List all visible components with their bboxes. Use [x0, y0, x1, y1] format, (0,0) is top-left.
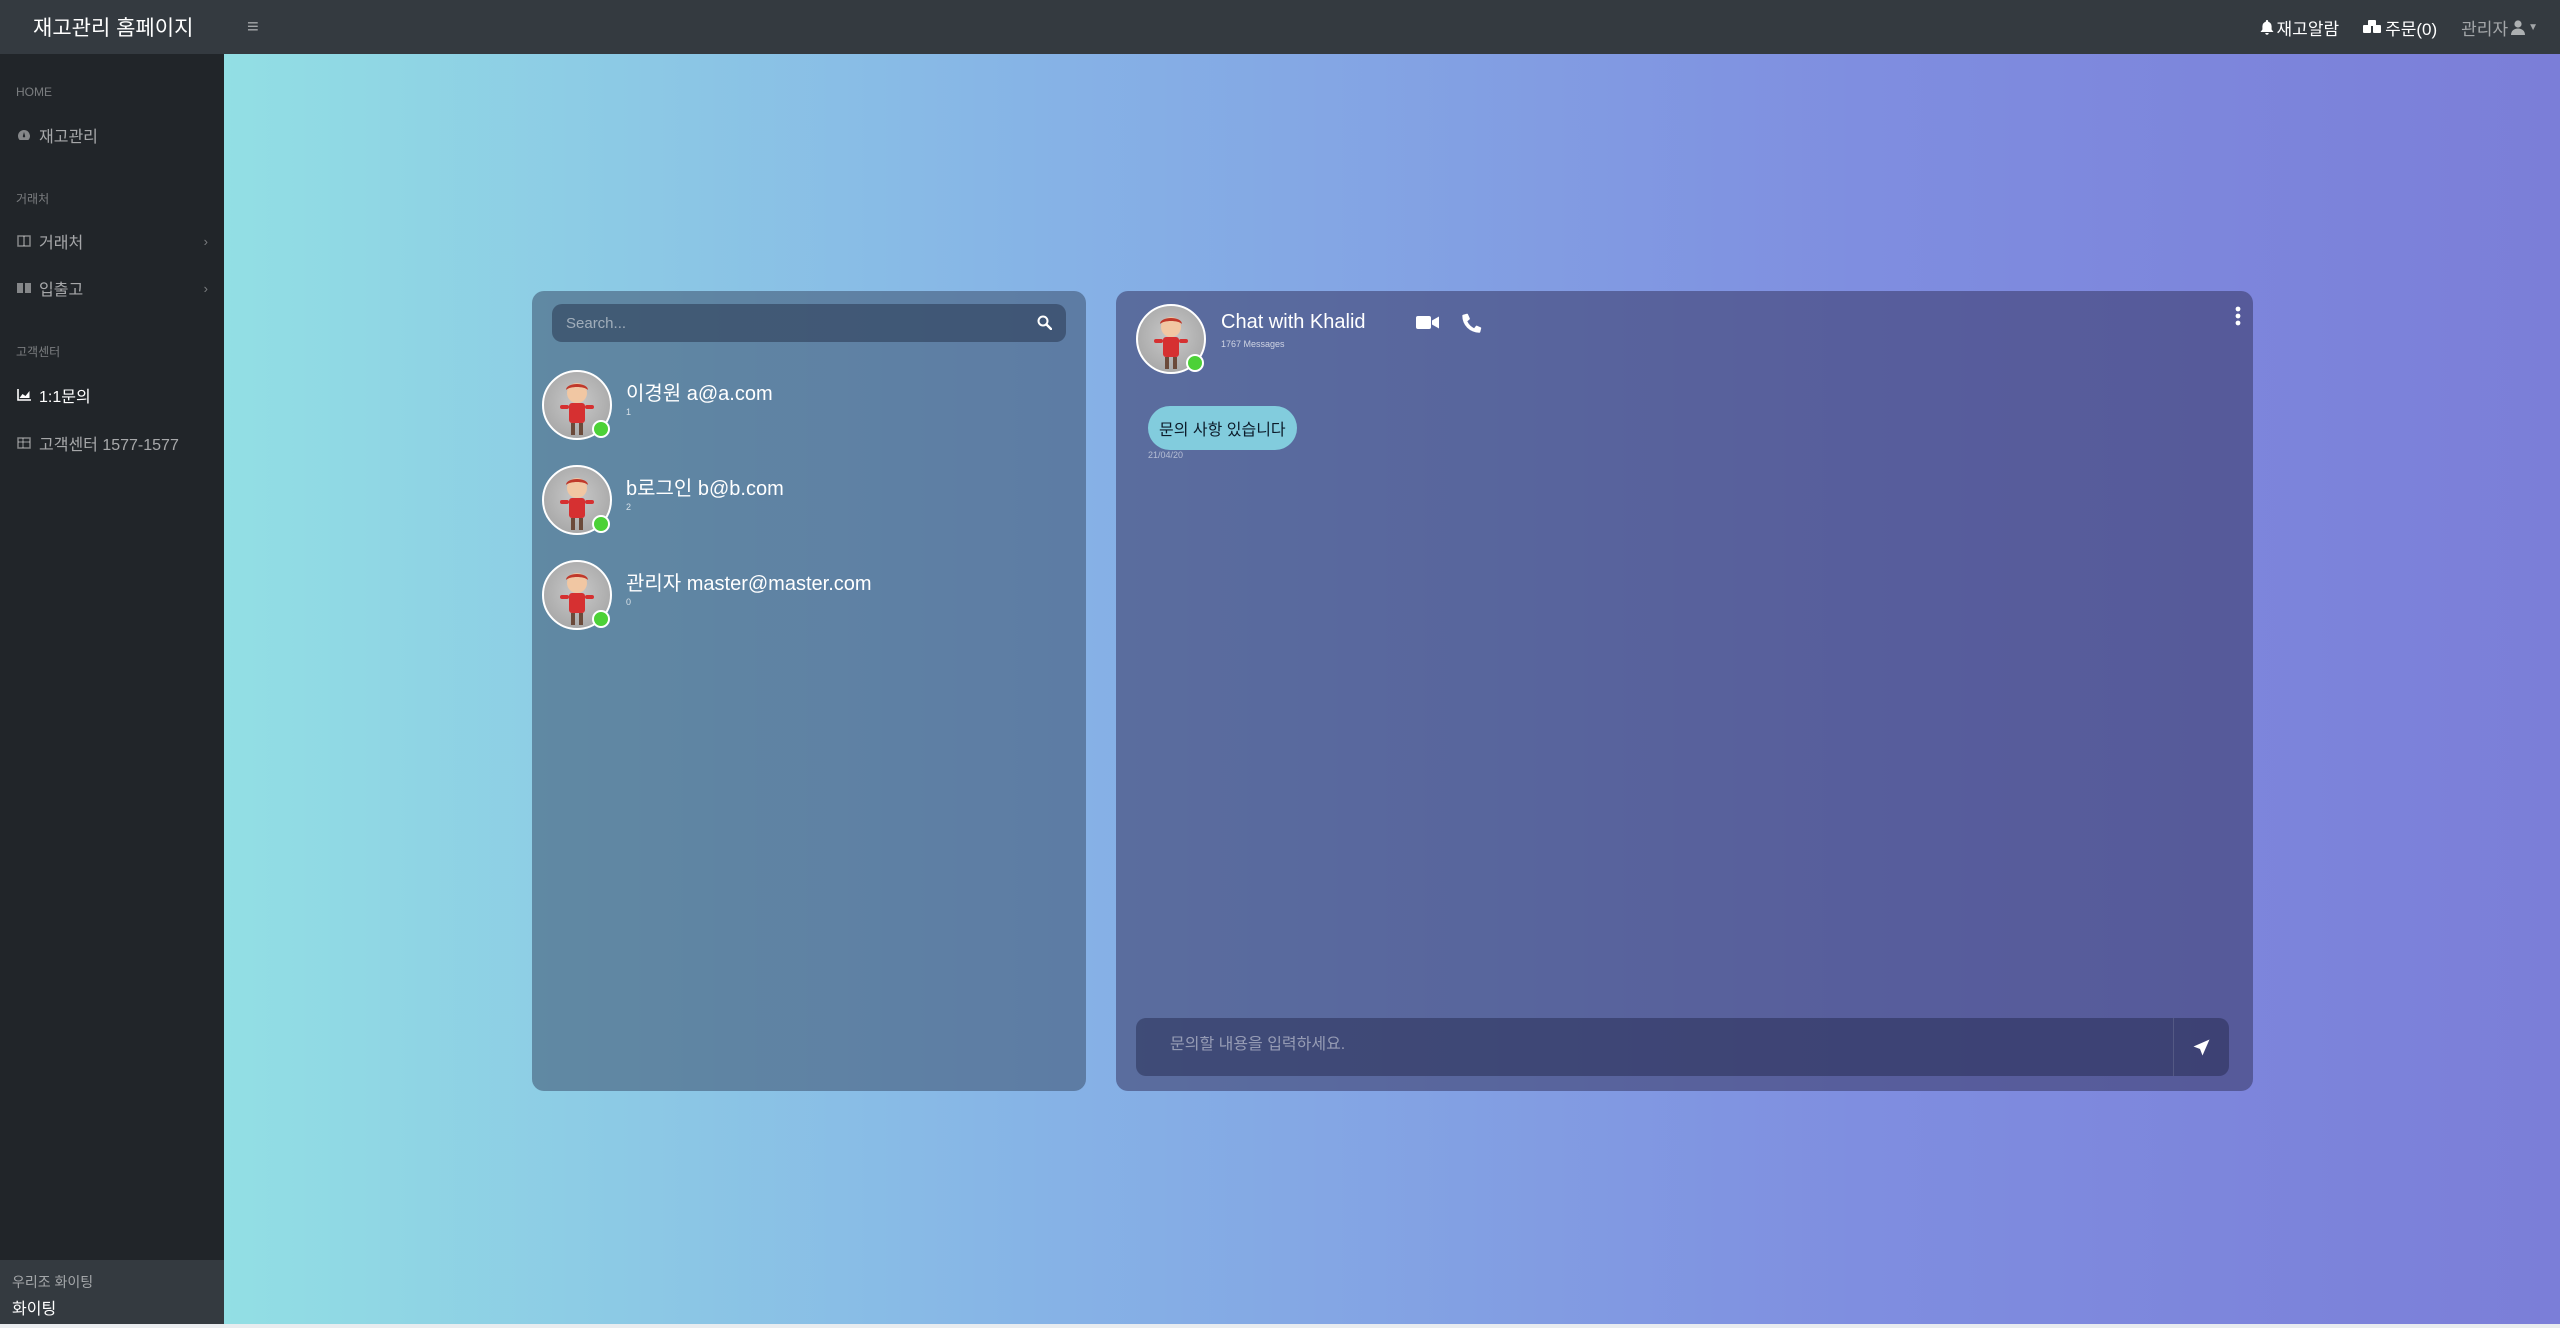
sidebar-item-label: 1:1문의: [39, 389, 91, 406]
chat-header-avatar: [1136, 304, 1206, 374]
sidebar-item-label: 거래처: [39, 235, 84, 252]
chat-footer: [1116, 1004, 2253, 1091]
chat-title: Chat with Khalid: [1221, 311, 1366, 333]
send-button[interactable]: [2173, 1018, 2229, 1076]
chat-card: Chat with Khalid 1767 Messages 문의 사항 있습니…: [1116, 291, 2253, 1091]
sidebar-item-inventory[interactable]: 재고관리: [0, 120, 224, 150]
search-icon[interactable]: [1037, 315, 1053, 335]
top-navbar: 재고관리 홈페이지 ≡ 재고알람 주문(0) 관리자 ▼: [0, 0, 2560, 54]
sidebar-footer-small: 우리조 화이팅: [12, 1274, 94, 1290]
sidebar-item-label: 고객센터 1577-1577: [39, 437, 179, 454]
sidebar-item-label: 재고관리: [39, 129, 98, 146]
phone-icon[interactable]: [1462, 313, 1482, 338]
user-dropdown[interactable]: 관리자 ▼: [2461, 15, 2538, 40]
contact-name: b로그인 b@b.com: [626, 478, 784, 500]
sidebar-heading-support: 고객센터: [16, 345, 61, 359]
contact-item[interactable]: b로그인 b@b.com 2: [542, 465, 1076, 545]
chevron-right-icon: ›: [203, 281, 208, 296]
sidebar-heading-clients: 거래처: [16, 192, 50, 206]
online-status-dot: [592, 610, 610, 628]
dashboard-icon: [16, 128, 32, 142]
search-box: [552, 304, 1066, 342]
navbar-right: 재고알람 주문(0) 관리자 ▼: [2260, 0, 2538, 54]
sidebar-footer: 우리조 화이팅 화이팅: [0, 1260, 224, 1328]
online-status-dot: [1186, 354, 1204, 372]
sidebar-item-label: 입출고: [39, 282, 84, 299]
bars-icon[interactable]: ≡: [247, 16, 259, 39]
table-icon: [16, 436, 32, 450]
user-label: 관리자: [2461, 19, 2509, 39]
stock-alarm-link[interactable]: 재고알람: [2260, 15, 2340, 40]
order-link[interactable]: 주문(0): [2363, 15, 2437, 40]
sidebar-item-inquiry[interactable]: 1:1문의: [0, 380, 224, 410]
message-bubble: 문의 사항 있습니다: [1148, 406, 1297, 450]
sidebar: HOME 재고관리 거래처 거래처 › 입출고 › 고객센터 1:1문의 고객센…: [0, 54, 224, 1328]
sidebar-item-support-center[interactable]: 고객센터 1577-1577: [0, 428, 224, 458]
sidebar-item-clients[interactable]: 거래처 ›: [0, 226, 224, 256]
sidebar-heading-home: HOME: [16, 85, 52, 99]
order-label: 주문(0): [2385, 19, 2438, 39]
caret-down-icon: ▼: [2528, 21, 2538, 33]
online-status-dot: [592, 420, 610, 438]
message-count: 1767 Messages: [1221, 339, 1285, 349]
brand-title[interactable]: 재고관리 홈페이지: [0, 12, 225, 42]
bell-icon: [2260, 19, 2274, 35]
video-camera-icon[interactable]: [1416, 315, 1440, 335]
contact-item[interactable]: 관리자 master@master.com 0: [542, 560, 1076, 640]
paper-plane-icon: [2193, 1039, 2210, 1055]
sidebar-item-in-out[interactable]: 입출고 ›: [0, 273, 224, 303]
contact-name: 관리자 master@master.com: [626, 573, 872, 595]
message-input[interactable]: [1170, 1036, 2150, 1054]
contact-name: 이경원 a@a.com: [626, 383, 773, 405]
contact-sub: 0: [626, 597, 632, 607]
contacts-card: 이경원 a@a.com 1 b로그인 b@b.com 2 관리자 master@…: [532, 291, 1086, 1091]
online-status-dot: [592, 515, 610, 533]
message-time: 21/04/20: [1148, 450, 1184, 460]
contact-sub: 2: [626, 502, 632, 512]
sidebar-footer-big: 화이팅: [12, 1301, 57, 1318]
message-input-wrap: [1136, 1018, 2229, 1076]
page-bottom-strip: [0, 1324, 2560, 1328]
ellipsis-vertical-icon[interactable]: [2235, 306, 2241, 331]
contact-item[interactable]: 이경원 a@a.com 1: [542, 370, 1076, 450]
user-icon: [2511, 19, 2526, 35]
boxes-icon: [2363, 20, 2382, 33]
search-input[interactable]: [566, 314, 1026, 332]
columns-icon: [16, 234, 32, 248]
stock-alarm-label: 재고알람: [2276, 19, 2340, 39]
book-icon: [16, 281, 32, 295]
chevron-right-icon: ›: [203, 234, 208, 249]
main-content: 이경원 a@a.com 1 b로그인 b@b.com 2 관리자 master@…: [224, 54, 2560, 1328]
contact-sub: 1: [626, 407, 632, 417]
chart-icon: [16, 388, 32, 402]
